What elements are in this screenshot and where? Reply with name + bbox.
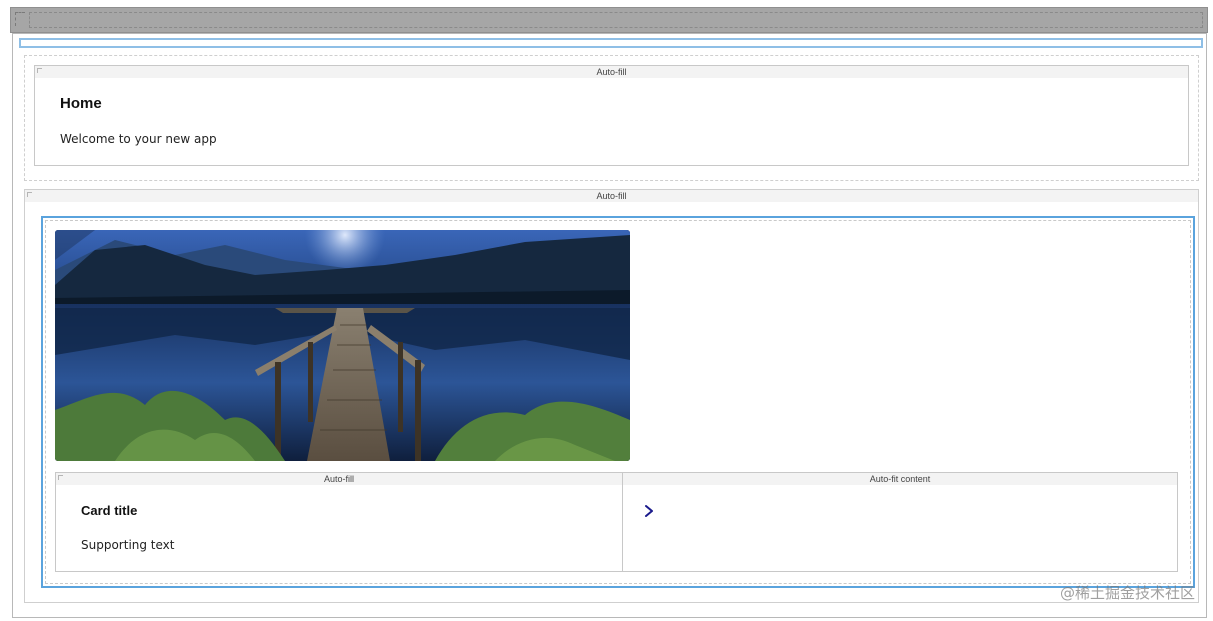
selected-container[interactable]: Auto-fill Card title Supporting text Aut…	[41, 216, 1195, 588]
card-action-area[interactable]: Auto-fit content	[623, 473, 1177, 571]
home-section[interactable]: Auto-fill Home Welcome to your new app	[24, 55, 1199, 181]
designer-top-bar[interactable]	[10, 7, 1208, 33]
page-title: Home	[60, 95, 102, 112]
content-section[interactable]: Auto-fill Auto-fill Card title Supportin…	[24, 189, 1199, 603]
card-content-area[interactable]: Auto-fill Card title Supporting text	[56, 473, 623, 571]
corner-handle-icon[interactable]	[58, 475, 63, 480]
app-canvas: Auto-fill Home Welcome to your new app A…	[12, 33, 1207, 618]
corner-handle-icon[interactable]	[27, 192, 32, 197]
selected-header-region[interactable]	[19, 38, 1203, 48]
drag-handle-icon[interactable]	[15, 12, 25, 26]
page-subtitle: Welcome to your new app	[60, 132, 217, 146]
card-row[interactable]: Auto-fill Card title Supporting text Aut…	[55, 472, 1178, 572]
auto-fill-label: Auto-fill	[56, 473, 622, 485]
hero-image[interactable]	[55, 230, 630, 461]
lake-dock-image	[55, 230, 630, 461]
watermark: @稀土掘金技术社区	[1059, 584, 1195, 602]
auto-fill-label: Auto-fill	[35, 66, 1188, 78]
card-supporting-text: Supporting text	[81, 538, 175, 552]
chevron-right-icon[interactable]	[643, 504, 655, 518]
auto-fill-label: Auto-fill	[25, 190, 1198, 202]
card-title: Card title	[81, 503, 138, 518]
top-bar-drop-zone	[29, 12, 1203, 28]
home-card[interactable]: Auto-fill Home Welcome to your new app	[34, 65, 1189, 166]
corner-handle-icon[interactable]	[37, 68, 42, 73]
auto-fit-content-label: Auto-fit content	[623, 473, 1177, 485]
